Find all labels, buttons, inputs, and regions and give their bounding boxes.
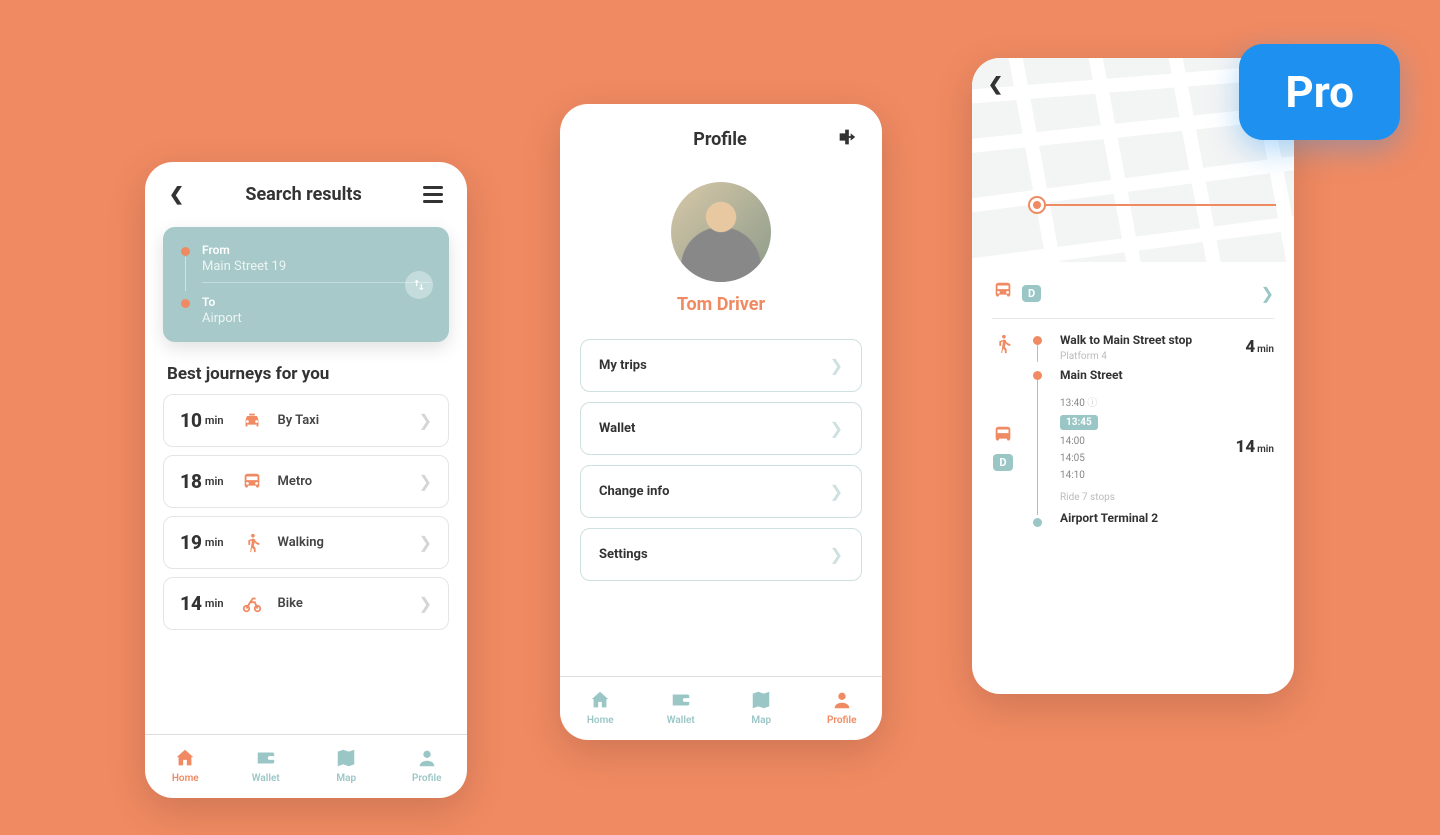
nav-profile[interactable]: Profile [802, 689, 883, 726]
menu-icon[interactable] [423, 186, 443, 203]
nav-home[interactable]: Home [145, 747, 226, 784]
origin-pin-icon [1030, 198, 1044, 212]
from-value[interactable]: Main Street 19 [202, 259, 431, 274]
route-line [1036, 204, 1276, 206]
route-card: From Main Street 19 To Airport [163, 227, 449, 342]
menu-wallet[interactable]: Wallet❯ [580, 402, 862, 455]
bottom-nav: Home Wallet Map Profile [145, 734, 467, 798]
header: ❮ Search results [145, 162, 467, 219]
route-summary[interactable]: D ❯ [972, 262, 1294, 318]
chevron-right-icon: ❯ [1261, 284, 1274, 303]
to-label: To [202, 295, 431, 309]
step-title: Walk to Main Street stop [1060, 333, 1231, 349]
departure-times: 13:40 ⓘ 13:45 14:00 14:05 14:10 [1060, 383, 1222, 484]
section-title: Best journeys for you [167, 364, 445, 384]
nav-wallet[interactable]: Wallet [226, 747, 307, 784]
taxi-icon [241, 410, 263, 432]
to-value[interactable]: Airport [202, 311, 431, 326]
step-title: Main Street [1060, 368, 1222, 384]
step-walk: Walk to Main Street stop Platform 4 4min [992, 333, 1274, 362]
back-icon[interactable]: ❮ [169, 184, 184, 205]
step-list: Walk to Main Street stop Platform 4 4min… [972, 319, 1294, 527]
chevron-right-icon: ❯ [419, 411, 432, 430]
nav-profile[interactable]: Profile [387, 747, 468, 784]
search-results-screen: ❮ Search results From Main Street 19 To … [145, 162, 467, 798]
back-icon[interactable]: ❮ [988, 74, 1003, 95]
bus-icon [992, 280, 1014, 306]
page-title: Profile [693, 129, 747, 150]
nav-home[interactable]: Home [560, 689, 641, 726]
route-detail-screen: ❮ D ❯ Walk to Main Street stop Platform … [972, 58, 1294, 694]
step-sub: Platform 4 [1060, 351, 1231, 362]
origin-dot-icon [181, 247, 190, 256]
header: Profile [560, 104, 882, 166]
chevron-right-icon: ❯ [830, 482, 843, 501]
bottom-nav: Home Wallet Map Profile [560, 676, 882, 740]
route-badge: D [993, 454, 1012, 471]
chevron-right-icon: ❯ [419, 594, 432, 613]
route-badge: D [1022, 285, 1041, 302]
chevron-right-icon: ❯ [830, 356, 843, 375]
step-end: Airport Terminal 2 [1060, 511, 1222, 527]
walk-icon [241, 532, 263, 554]
bike-icon [241, 593, 263, 615]
nav-map[interactable]: Map [306, 747, 387, 784]
pro-badge: Pro [1239, 44, 1400, 140]
menu-my-trips[interactable]: My trips❯ [580, 339, 862, 392]
menu-settings[interactable]: Settings❯ [580, 528, 862, 581]
from-label: From [202, 243, 431, 257]
journey-row-taxi[interactable]: 10min By Taxi ❯ [163, 394, 449, 447]
profile-screen: Profile Tom Driver My trips❯ Wallet❯ Cha… [560, 104, 882, 740]
journey-row-bike[interactable]: 14min Bike ❯ [163, 577, 449, 630]
step-time: 14min [1236, 437, 1274, 457]
chevron-right-icon: ❯ [830, 545, 843, 564]
menu-change-info[interactable]: Change info❯ [580, 465, 862, 518]
avatar[interactable] [671, 182, 771, 282]
logout-icon[interactable] [836, 126, 858, 152]
journey-row-walking[interactable]: 19min Walking ❯ [163, 516, 449, 569]
nav-wallet[interactable]: Wallet [641, 689, 722, 726]
swap-button[interactable] [405, 271, 433, 299]
chevron-right-icon: ❯ [419, 533, 432, 552]
dest-dot-icon [181, 299, 190, 308]
bus-icon [241, 471, 263, 493]
chevron-right-icon: ❯ [830, 419, 843, 438]
step-bus: D Main Street 13:40 ⓘ 13:45 14:00 14:05 … [992, 368, 1274, 527]
bus-icon [992, 424, 1014, 450]
nav-map[interactable]: Map [721, 689, 802, 726]
chevron-right-icon: ❯ [419, 472, 432, 491]
user-name: Tom Driver [560, 294, 882, 315]
page-title: Search results [245, 184, 361, 205]
ride-info: Ride 7 stops [1060, 484, 1222, 511]
journey-row-metro[interactable]: 18min Metro ❯ [163, 455, 449, 508]
walk-icon [992, 333, 1014, 362]
step-time: 4min [1245, 337, 1274, 357]
